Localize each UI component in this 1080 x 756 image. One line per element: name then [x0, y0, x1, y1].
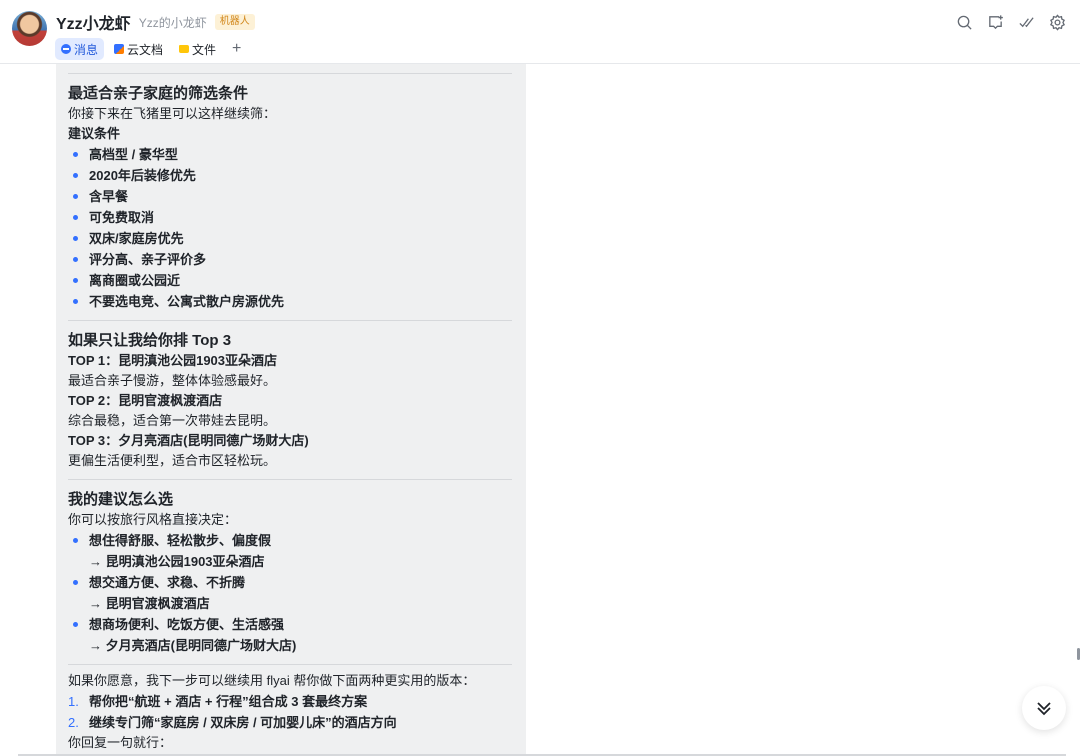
- option-text: 帮你把“航班 + 酒店 + 行程”组合成 3 套最终方案: [89, 694, 368, 709]
- divider: [68, 664, 512, 665]
- list-item: 双床/家庭房优先: [68, 228, 512, 249]
- criteria-list: 高档型 / 豪华型 2020年后装修优先 含早餐 可免费取消 双床/家庭房优先 …: [68, 144, 512, 312]
- top3-title: TOP 3：夕月亮酒店(昆明同德广场财大店): [68, 433, 309, 448]
- tab-label: 云文档: [127, 42, 164, 57]
- title-row: Yzz小龙虾 Yzz的小龙虾 机器人: [56, 10, 255, 34]
- section-heading: 我的建议怎么选: [68, 491, 174, 508]
- chat-title[interactable]: Yzz小龙虾: [56, 10, 131, 34]
- tab-files[interactable]: 文件: [173, 38, 222, 60]
- tab-label: 消息: [74, 42, 99, 57]
- choice-list: 想住得舒服、轻松散步、偏度假 → 昆明滇池公园1903亚朵酒店 想交通方便、求稳…: [68, 530, 512, 656]
- section-intro: 你可以按旅行风格直接决定：: [68, 512, 238, 527]
- top1-desc: 最适合亲子慢游，整体体验感最好。: [68, 373, 277, 388]
- list-item: 含早餐: [68, 186, 512, 207]
- add-tab-button[interactable]: +: [226, 38, 247, 60]
- list-item: 2020年后装修优先: [68, 165, 512, 186]
- section-outro: 你回复一句就行：: [68, 735, 173, 750]
- folder-icon: [179, 45, 190, 53]
- scroll-to-bottom-button[interactable]: [1022, 686, 1066, 730]
- section-subheading: 建议条件: [68, 126, 121, 141]
- avatar[interactable]: [12, 11, 47, 46]
- check-icon[interactable]: [1017, 13, 1035, 31]
- chevrons-down-icon: [1037, 702, 1051, 716]
- message-icon: [61, 44, 71, 54]
- list-item: 想交通方便、求稳、不折腾: [68, 572, 512, 593]
- choice-pick: → 昆明滇池公园1903亚朵酒店: [89, 554, 265, 569]
- tab-messages[interactable]: 消息: [55, 38, 105, 60]
- list-item: 想住得舒服、轻松散步、偏度假: [68, 530, 512, 551]
- section-heading: 如果只让我给你排 Top 3: [68, 332, 232, 349]
- divider: [68, 320, 512, 321]
- tab-label: 文件: [192, 42, 217, 57]
- choice-pick: → 昆明官渡枫渡酒店: [89, 596, 210, 611]
- search-icon[interactable]: [955, 13, 973, 31]
- settings-icon[interactable]: [1048, 13, 1066, 31]
- message-content: 最适合亲子家庭的筛选条件 你接下来在飞猪里可以这样继续筛： 建议条件 高档型 /…: [68, 64, 512, 753]
- option-text: 继续专门筛“家庭房 / 双床房 / 可加婴儿床”的酒店方向: [89, 715, 397, 730]
- list-item: 离商圈或公园近: [68, 270, 512, 291]
- chat-header: Yzz小龙虾 Yzz的小龙虾 机器人 消息 云文档 文件 +: [0, 0, 1080, 64]
- divider: [68, 479, 512, 480]
- list-item: 想商场便利、吃饭方便、生活感强: [68, 614, 512, 635]
- list-item: 可免费取消: [68, 207, 512, 228]
- option-item: 1. 帮你把“航班 + 酒店 + 行程”组合成 3 套最终方案: [68, 691, 512, 712]
- chat-tabs: 消息 云文档 文件 +: [55, 38, 247, 60]
- top2-title: TOP 2：昆明官渡枫渡酒店: [68, 393, 223, 408]
- section-intro: 你接下来在飞猪里可以这样继续筛：: [68, 106, 277, 121]
- top1-title: TOP 1：昆明滇池公园1903亚朵酒店: [68, 353, 278, 368]
- section-intro: 如果你愿意，我下一步可以继续用 flyai 帮你做下面两种更实用的版本：: [68, 673, 476, 688]
- choice-pick: → 夕月亮酒店(昆明同德广场财大店): [89, 638, 297, 653]
- tab-cloud-docs[interactable]: 云文档: [108, 38, 169, 60]
- message-card: 最适合亲子家庭的筛选条件 你接下来在飞猪里可以这样继续筛： 建议条件 高档型 /…: [56, 64, 526, 756]
- add-chat-icon[interactable]: [986, 13, 1004, 31]
- list-item: 不要选电竞、公寓式散户房源优先: [68, 291, 512, 312]
- list-item: 高档型 / 豪华型: [68, 144, 512, 165]
- option-number: 2.: [68, 715, 79, 730]
- bot-badge: 机器人: [214, 14, 255, 30]
- header-actions: [955, 13, 1066, 31]
- option-item: 2. 继续专门筛“家庭房 / 双床房 / 可加婴儿床”的酒店方向: [68, 712, 512, 733]
- option-number: 1.: [68, 694, 79, 709]
- top2-desc: 综合最稳，适合第一次带娃去昆明。: [68, 413, 277, 428]
- list-item: 评分高、亲子评价多: [68, 249, 512, 270]
- chat-subtitle: Yzz的小龙虾: [138, 15, 207, 30]
- divider: [68, 73, 512, 74]
- top3-desc: 更偏生活便利型，适合市区轻松玩。: [68, 453, 277, 468]
- doc-icon: [114, 44, 125, 54]
- section-heading: 最适合亲子家庭的筛选条件: [68, 85, 249, 102]
